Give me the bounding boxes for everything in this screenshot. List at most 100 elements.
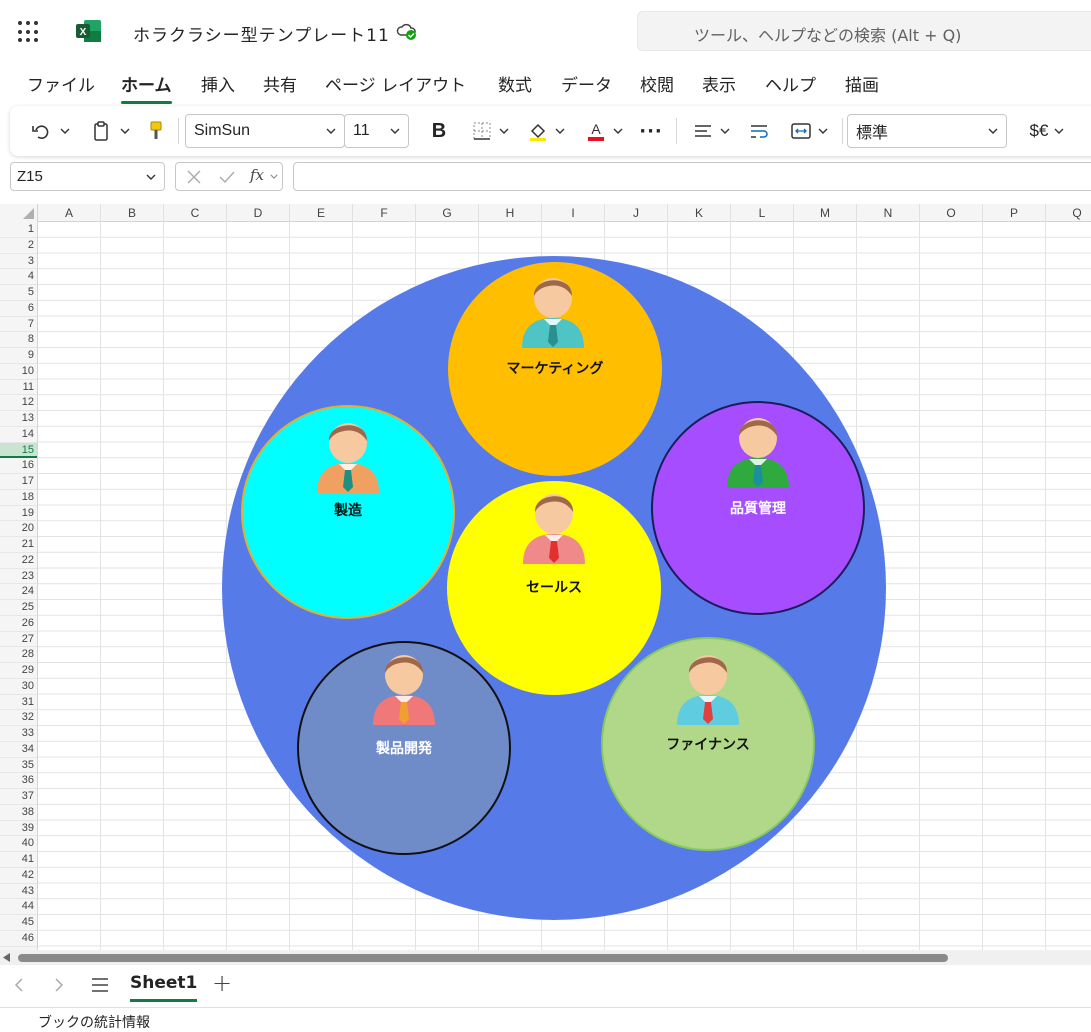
row-header[interactable]: 21 (0, 537, 37, 553)
column-header[interactable]: L (731, 204, 794, 222)
font-name-select[interactable]: SimSun (185, 114, 345, 148)
column-header[interactable]: K (668, 204, 731, 222)
row-header[interactable]: 40 (0, 836, 37, 852)
row-header[interactable]: 19 (0, 506, 37, 522)
tab-share[interactable]: 共有 (263, 71, 297, 96)
column-header[interactable]: C (164, 204, 227, 222)
row-header[interactable]: 18 (0, 490, 37, 506)
row-header[interactable]: 9 (0, 348, 37, 364)
column-header[interactable]: A (38, 204, 101, 222)
workbook-statistics[interactable]: ブックの統計情報 (38, 1012, 150, 1032)
row-header[interactable]: 28 (0, 647, 37, 663)
row-header[interactable]: 38 (0, 805, 37, 821)
row-header[interactable]: 2 (0, 238, 37, 254)
app-launcher-icon[interactable] (18, 21, 40, 43)
insert-function-button[interactable]: fx (250, 166, 264, 184)
row-header[interactable]: 46 (0, 931, 37, 947)
tab-view[interactable]: 表示 (702, 71, 736, 96)
row-header[interactable]: 5 (0, 285, 37, 301)
currency-button[interactable]: $€ (1022, 116, 1072, 146)
all-sheets-menu-icon[interactable] (91, 977, 109, 993)
wrap-text-button[interactable] (744, 116, 774, 146)
column-header[interactable]: F (353, 204, 416, 222)
row-header[interactable]: 41 (0, 852, 37, 868)
row-header[interactable]: 10 (0, 364, 37, 380)
tab-review[interactable]: 校閲 (640, 71, 674, 96)
formula-input[interactable] (293, 162, 1091, 191)
sheet-tab-sheet1[interactable]: Sheet1 (130, 973, 198, 1002)
column-header[interactable]: H (479, 204, 542, 222)
column-header[interactable]: B (101, 204, 164, 222)
cancel-icon[interactable] (186, 169, 202, 185)
scroll-left-icon[interactable] (3, 953, 11, 962)
row-header[interactable]: 12 (0, 395, 37, 411)
document-title[interactable]: ホラクラシー型テンプレート11 (133, 21, 390, 46)
more-options-button[interactable]: ··· (636, 116, 666, 146)
tab-formulas[interactable]: 数式 (498, 71, 532, 96)
row-header[interactable]: 36 (0, 773, 37, 789)
row-header[interactable]: 33 (0, 726, 37, 742)
column-header[interactable]: O (920, 204, 983, 222)
column-header[interactable]: N (857, 204, 920, 222)
column-header[interactable]: M (794, 204, 857, 222)
row-header[interactable]: 15 (0, 442, 37, 459)
saved-cloud-icon[interactable] (396, 20, 418, 42)
row-header[interactable]: 44 (0, 899, 37, 915)
column-header[interactable]: Q (1046, 204, 1091, 222)
row-header[interactable]: 1 (0, 222, 37, 238)
worksheet-grid[interactable]: ABCDEFGHIJKLMNOPQ 1 2 3 4 5 6 7 8 9 10 11 12 13 14 15 1… (0, 204, 1091, 950)
row-header[interactable]: 35 (0, 758, 37, 774)
row-header[interactable]: 7 (0, 317, 37, 333)
row-header[interactable]: 31 (0, 695, 37, 711)
row-header[interactable]: 27 (0, 632, 37, 648)
number-format-select[interactable]: 標準 (847, 114, 1007, 148)
paste-button[interactable] (86, 116, 134, 146)
column-header[interactable]: G (416, 204, 479, 222)
fill-color-button[interactable] (522, 116, 570, 146)
row-header[interactable]: 32 (0, 710, 37, 726)
row-header[interactable]: 4 (0, 269, 37, 285)
row-header[interactable]: 26 (0, 616, 37, 632)
tab-page-layout[interactable]: ページ レイアウト (325, 71, 466, 96)
add-sheet-button[interactable]: + (212, 969, 232, 997)
column-header[interactable]: I (542, 204, 605, 222)
format-painter-button[interactable] (144, 116, 168, 146)
row-header[interactable]: 3 (0, 254, 37, 270)
row-header[interactable]: 11 (0, 380, 37, 396)
horizontal-scrollbar[interactable] (0, 950, 1091, 965)
borders-button[interactable] (466, 116, 514, 146)
enter-check-icon[interactable] (218, 169, 236, 185)
scrollbar-thumb[interactable] (18, 954, 948, 962)
column-header[interactable]: D (227, 204, 290, 222)
row-header[interactable]: 16 (0, 458, 37, 474)
row-header[interactable]: 37 (0, 789, 37, 805)
bold-button[interactable]: B (424, 116, 454, 146)
font-color-button[interactable]: A (580, 116, 628, 146)
chevron-left-icon[interactable] (14, 978, 24, 992)
row-header[interactable]: 13 (0, 411, 37, 427)
select-all-corner[interactable] (0, 204, 38, 222)
tab-help[interactable]: ヘルプ (765, 71, 816, 96)
row-header[interactable]: 14 (0, 427, 37, 443)
search-input[interactable]: ツール、ヘルプなどの検索 (Alt + Q) (637, 11, 1091, 51)
undo-button[interactable] (26, 116, 74, 146)
row-header[interactable]: 45 (0, 915, 37, 931)
row-header[interactable]: 20 (0, 521, 37, 537)
row-header[interactable]: 8 (0, 332, 37, 348)
font-size-select[interactable]: 11 (344, 114, 409, 148)
row-header[interactable]: 43 (0, 884, 37, 900)
tab-data[interactable]: データ (561, 71, 612, 96)
row-header[interactable]: 34 (0, 742, 37, 758)
row-header[interactable]: 17 (0, 474, 37, 490)
chevron-right-icon[interactable] (54, 978, 64, 992)
row-header[interactable]: 30 (0, 679, 37, 695)
tab-draw[interactable]: 描画 (845, 71, 879, 96)
tab-insert[interactable]: 挿入 (201, 71, 235, 96)
tab-home[interactable]: ホーム (121, 71, 172, 104)
row-header[interactable]: 42 (0, 868, 37, 884)
column-header[interactable]: J (605, 204, 668, 222)
row-header[interactable]: 29 (0, 663, 37, 679)
row-header[interactable]: 6 (0, 301, 37, 317)
row-header[interactable]: 22 (0, 553, 37, 569)
row-header[interactable]: 24 (0, 584, 37, 600)
